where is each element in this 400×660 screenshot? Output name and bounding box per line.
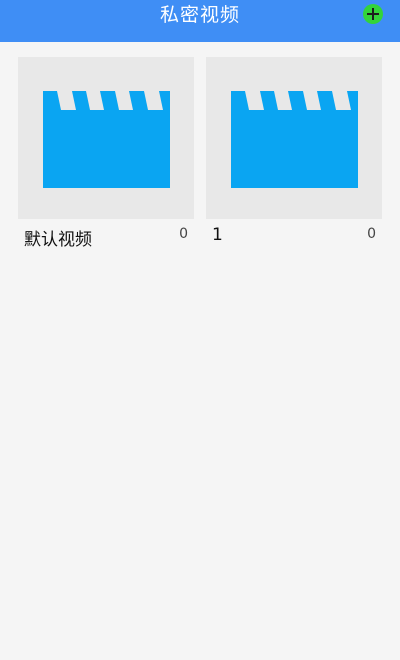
private-video-screen: 私密视频 默认视频 0 1 0: [0, 0, 400, 660]
clapperboard-icon: [231, 91, 358, 188]
folder-thumbnail: [18, 57, 194, 219]
folder-thumbnail: [206, 57, 382, 219]
plus-circle-icon: [367, 8, 379, 20]
folder-item[interactable]: 1 0: [206, 57, 382, 252]
app-header: 私密视频: [0, 0, 400, 42]
folder-item[interactable]: 默认视频 0: [18, 57, 194, 252]
folder-video-count: 0: [367, 226, 376, 242]
folder-name: 1: [212, 225, 223, 245]
folder-video-count: 0: [179, 226, 188, 242]
clapperboard-icon: [43, 91, 170, 188]
page-title: 私密视频: [159, 4, 240, 26]
folder-name: 默认视频: [24, 230, 92, 250]
add-folder-button[interactable]: [363, 4, 383, 24]
